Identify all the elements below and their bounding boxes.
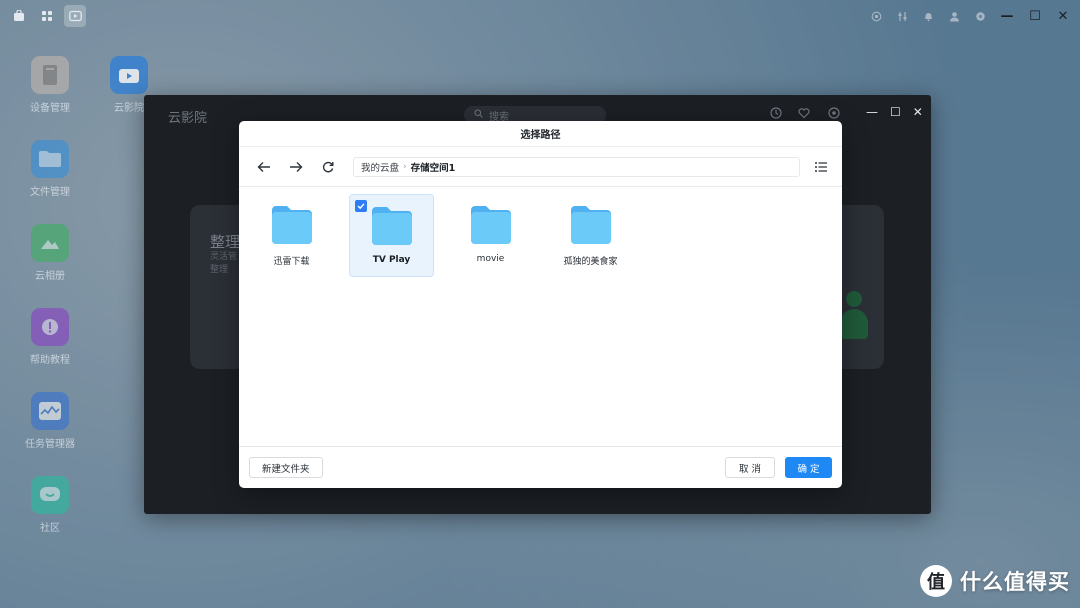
desktop-icon-community[interactable]: 社区: [18, 476, 82, 534]
equalizer-icon[interactable]: [894, 8, 910, 24]
dialog-navigation-bar: 我的云盘 › 存储空间1: [239, 147, 842, 187]
desktop-icon-label: 社区: [40, 523, 60, 534]
folder-item[interactable]: movie: [448, 194, 533, 277]
close-icon[interactable]: ✕: [1054, 9, 1072, 24]
chat-icon: [31, 476, 69, 514]
folder-label: 迅雷下载: [273, 257, 310, 267]
desktop-icon-label: 云影院: [114, 103, 144, 114]
breadcrumb-root[interactable]: 我的云盘: [361, 160, 399, 174]
forward-arrow-icon[interactable]: [285, 156, 307, 178]
watermark: 值 什么值得买: [920, 565, 1070, 597]
desktop-icon-label: 设备管理: [30, 103, 70, 114]
new-folder-button[interactable]: 新建文件夹: [249, 457, 323, 478]
folder-icon: [31, 140, 69, 178]
folder-label: movie: [476, 254, 505, 264]
maximize-icon[interactable]: ☐: [1026, 9, 1044, 24]
folder-item[interactable]: 孤独的美食家: [548, 194, 633, 277]
desktop-icon-task-manager[interactable]: 任务管理器: [18, 392, 82, 450]
folder-label: 孤独的美食家: [563, 257, 618, 267]
card-subtitle: 灵活管 整理: [210, 251, 237, 277]
dialog-footer: 新建文件夹 取 消 确 定: [239, 446, 842, 488]
bell-icon[interactable]: [920, 8, 936, 24]
video-app-icon[interactable]: [64, 5, 86, 27]
breadcrumb-current[interactable]: 存储空间1: [411, 160, 456, 174]
back-arrow-icon[interactable]: [253, 156, 275, 178]
folder-icon: [270, 204, 314, 246]
tv-icon: [110, 56, 148, 94]
folder-grid: 迅雷下载 TV Play movie 孤独的美食家: [239, 187, 842, 445]
folder-icon: [569, 204, 613, 246]
photo-icon: [31, 224, 69, 262]
chevron-right-icon: ›: [403, 161, 407, 172]
history-icon[interactable]: [770, 107, 782, 122]
card-subtitle-line: 整理: [210, 265, 229, 275]
desktop-icon-label: 云相册: [35, 271, 65, 282]
app-window-controls: — ☐ ✕: [866, 105, 923, 119]
maximize-icon[interactable]: ☐: [890, 105, 901, 119]
heart-icon[interactable]: [798, 107, 810, 122]
cancel-button[interactable]: 取 消: [725, 457, 775, 478]
minimize-icon[interactable]: —: [866, 105, 878, 119]
desktop-icon-photos[interactable]: 云相册: [18, 224, 82, 282]
help-icon: [31, 308, 69, 346]
dialog-title: 选择路径: [239, 121, 842, 147]
confirm-button[interactable]: 确 定: [785, 457, 832, 478]
apps-grid-icon[interactable]: [36, 5, 58, 27]
user-icon[interactable]: [946, 8, 962, 24]
broadcast-icon[interactable]: [868, 8, 884, 24]
settings-icon[interactable]: [828, 107, 840, 122]
desktop-icon-file-manager[interactable]: 文件管理: [18, 140, 82, 198]
list-view-icon[interactable]: [810, 156, 832, 178]
folder-item[interactable]: 迅雷下载: [249, 194, 334, 277]
watermark-text: 什么值得买: [960, 570, 1070, 594]
monitor-icon: [31, 392, 69, 430]
desktop-icon-label: 帮助教程: [30, 355, 70, 366]
minimize-icon[interactable]: —: [998, 9, 1016, 24]
breadcrumb[interactable]: 我的云盘 › 存储空间1: [353, 156, 800, 177]
close-icon[interactable]: ✕: [913, 105, 923, 119]
card-subtitle-line: 灵活管: [210, 252, 238, 262]
refresh-icon[interactable]: [317, 156, 339, 178]
app-title: 云影院: [168, 111, 208, 126]
checkbox-checked-icon[interactable]: [355, 200, 367, 212]
server-icon: [31, 56, 69, 94]
top-taskbar: — ☐ ✕: [0, 0, 1080, 32]
person-illustration-icon: [840, 291, 868, 351]
watermark-logo-icon: 值: [920, 565, 952, 597]
card-title: 整理: [210, 233, 241, 251]
desktop-icon-device-manager[interactable]: 设备管理: [18, 56, 82, 114]
select-path-dialog: 选择路径 我的云盘 › 存储空间1 迅雷下载 TV Play movie 孤独的…: [239, 121, 842, 488]
store-icon[interactable]: [8, 5, 30, 27]
desktop-icon-label: 任务管理器: [25, 439, 75, 450]
desktop-icon-help[interactable]: 帮助教程: [18, 308, 82, 366]
settings-icon[interactable]: [972, 8, 988, 24]
folder-icon: [370, 205, 414, 247]
folder-label: TV Play: [372, 255, 411, 265]
search-icon: [474, 109, 483, 121]
folder-icon: [469, 204, 513, 246]
folder-item-selected[interactable]: TV Play: [349, 194, 434, 277]
desktop-icon-label: 文件管理: [30, 187, 70, 198]
